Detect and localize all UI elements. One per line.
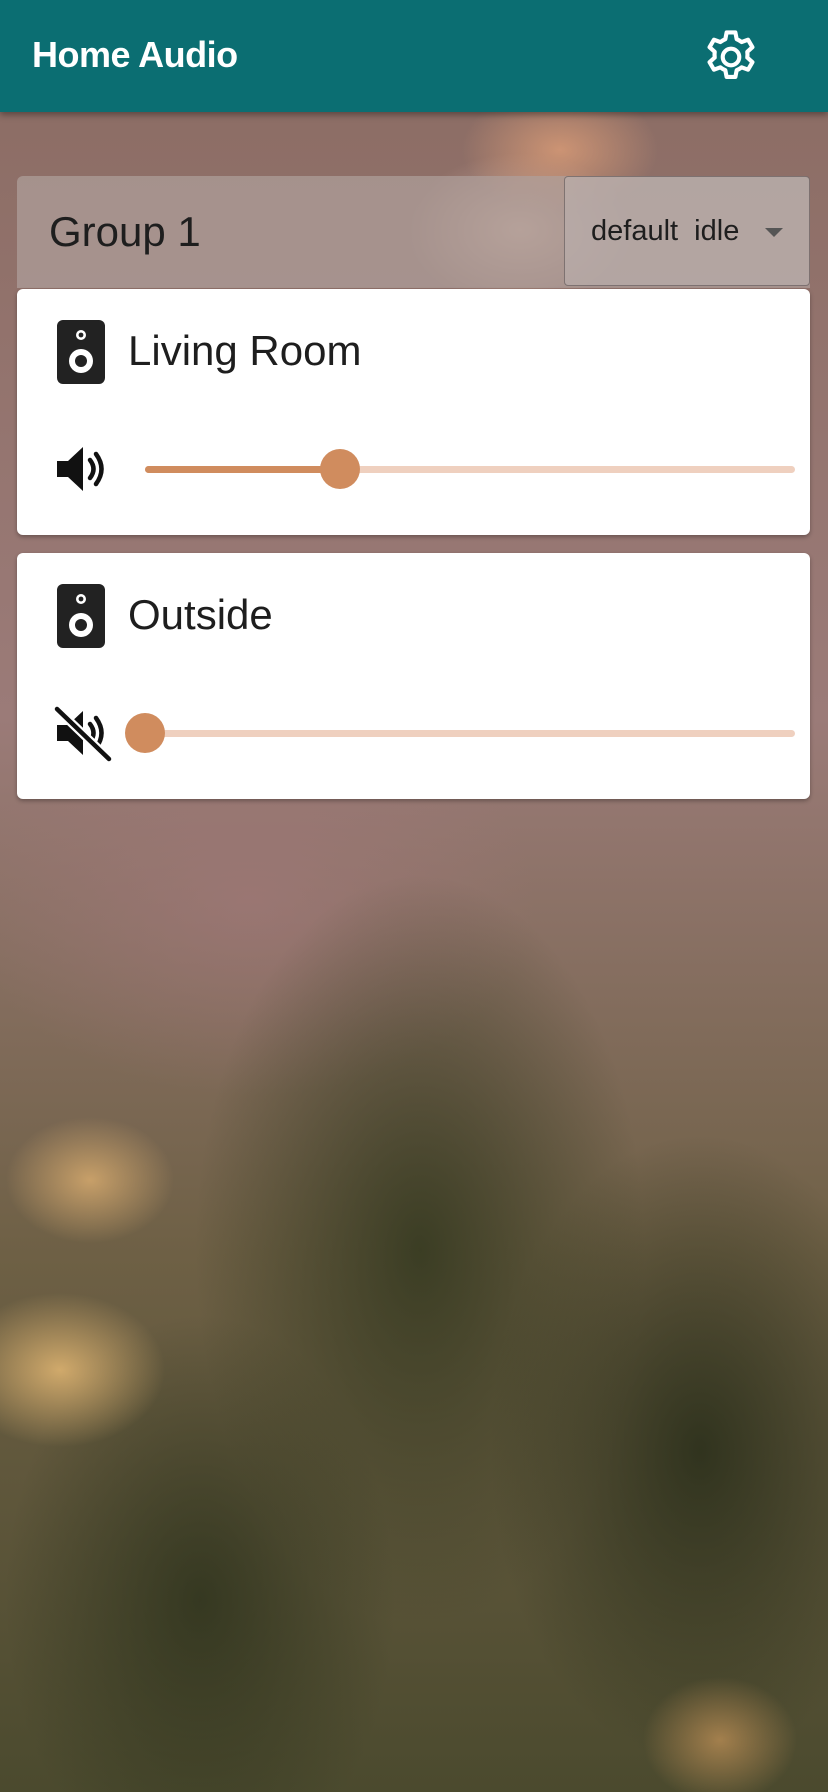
app-bar: Home Audio <box>0 0 828 112</box>
volume-slider[interactable] <box>145 435 795 503</box>
dropdown-caret-icon <box>765 228 783 237</box>
zone-card-outside: Outside <box>17 553 810 799</box>
settings-gear-icon[interactable] <box>700 26 762 88</box>
group-header: Group 1 default idle <box>17 176 810 288</box>
group-mode-dropdown[interactable]: default idle <box>564 176 810 286</box>
volume-mute-icon[interactable] <box>53 703 113 763</box>
group-title: Group 1 <box>49 208 201 255</box>
slider-thumb[interactable] <box>320 449 360 489</box>
speaker-icon <box>57 584 105 648</box>
zone-name: Outside <box>128 591 273 638</box>
volume-slider[interactable] <box>125 699 795 767</box>
group-mode-value: default idle <box>591 215 740 247</box>
slider-fill <box>145 466 340 473</box>
zone-name: Living Room <box>128 327 362 374</box>
speaker-icon <box>57 320 105 384</box>
zone-card-living-room: Living Room <box>17 289 810 535</box>
app-title: Home Audio <box>32 34 238 75</box>
volume-up-icon[interactable] <box>53 439 113 499</box>
slider-thumb[interactable] <box>125 713 165 753</box>
slider-track <box>145 730 795 737</box>
